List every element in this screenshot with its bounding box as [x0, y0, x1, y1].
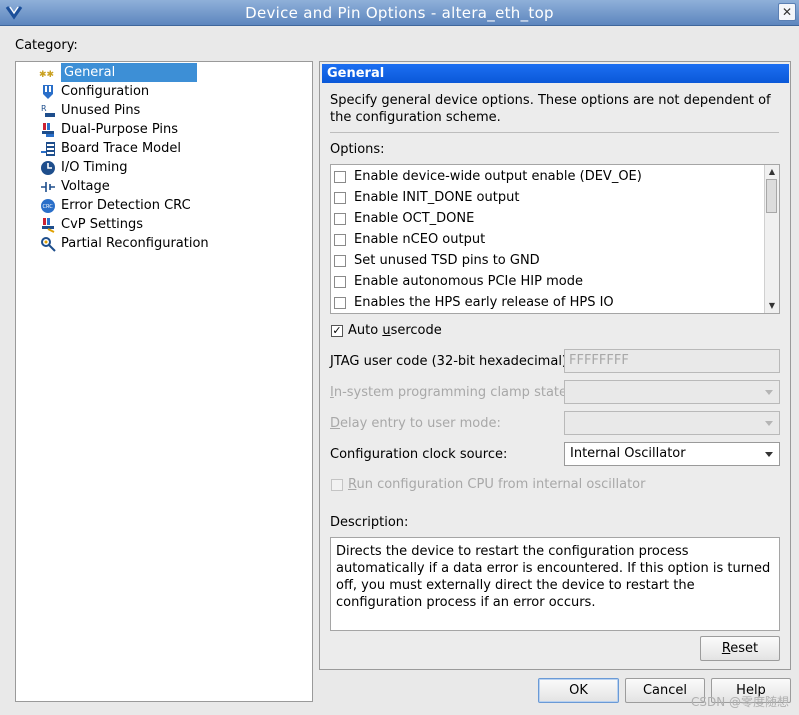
- category-label-io-timing: I/O Timing: [61, 160, 128, 175]
- option-dev-oe[interactable]: Enable device-wide output enable (DEV_OE…: [334, 166, 642, 187]
- section-header: General: [322, 64, 789, 83]
- checkbox[interactable]: [334, 233, 346, 246]
- category-label-cvp-settings: CvP Settings: [61, 217, 144, 232]
- clamp-state-label: In-system programming clamp state:: [330, 385, 572, 400]
- unused-pins-icon: R: [39, 102, 57, 120]
- scroll-down-icon[interactable]: ▼: [765, 299, 779, 313]
- option-tsd-gnd[interactable]: Set unused TSD pins to GND: [334, 250, 540, 271]
- clock-source-label: Configuration clock source:: [330, 447, 508, 462]
- watermark: CSDN @零度随想: [690, 695, 789, 709]
- options-scrollbar[interactable]: ▲ ▼: [764, 165, 779, 313]
- option-init-done[interactable]: Enable INIT_DONE output: [334, 187, 519, 208]
- checkbox[interactable]: [334, 170, 346, 183]
- category-label-general: General: [61, 63, 197, 82]
- options-label: Options:: [330, 142, 385, 157]
- category-label-voltage: Voltage: [61, 179, 110, 194]
- intro-text: Specify general device options. These op…: [330, 93, 771, 125]
- option-oct-done[interactable]: Enable OCT_DONE: [334, 208, 474, 229]
- category-label-partial-reconfiguration: Partial Reconfiguration: [61, 236, 209, 251]
- option-label: Set unused TSD pins to GND: [354, 253, 540, 268]
- options-list[interactable]: Enable device-wide output enable (DEV_OE…: [330, 164, 780, 314]
- category-label: Category:: [15, 38, 78, 53]
- run-cpu-label: Run configuration CPU from internal osci…: [348, 477, 646, 492]
- close-button[interactable]: ✕: [778, 3, 796, 21]
- scroll-up-icon[interactable]: ▲: [765, 165, 779, 179]
- voltage-icon: [39, 178, 57, 196]
- title-bar: Device and Pin Options - altera_eth_top …: [0, 0, 799, 26]
- option-label: Enable INIT_DONE output: [354, 190, 520, 205]
- option-label: Enable device-wide output enable (DEV_OE…: [354, 169, 642, 184]
- category-item-dual-purpose-pins[interactable]: Dual-Purpose Pins: [39, 120, 178, 139]
- auto-usercode-checkbox[interactable]: ✓ Auto usercode: [331, 323, 442, 338]
- delay-entry-label: Delay entry to user mode:: [330, 416, 501, 431]
- checkbox[interactable]: [334, 191, 346, 204]
- svg-text:CRC: CRC: [43, 204, 54, 210]
- jtag-label: JTAG user code (32-bit hexadecimal):: [330, 354, 572, 369]
- svg-text:R: R: [41, 104, 47, 113]
- category-item-partial-reconfiguration[interactable]: Partial Reconfiguration: [39, 234, 209, 253]
- clamp-state-select[interactable]: [564, 380, 780, 404]
- scroll-thumb[interactable]: [766, 179, 777, 213]
- category-item-configuration[interactable]: Configuration: [39, 82, 149, 101]
- cvp-icon: [39, 216, 57, 234]
- category-label-board-trace-model: Board Trace Model: [61, 141, 181, 156]
- category-item-general[interactable]: ✱✱ General: [39, 63, 197, 82]
- checkbox[interactable]: [334, 254, 346, 267]
- description-text: Directs the device to restart the config…: [330, 537, 780, 631]
- checkbox[interactable]: [334, 212, 346, 225]
- category-label-dual-purpose-pins: Dual-Purpose Pins: [61, 122, 178, 137]
- auto-usercode-label: Auto usercode: [348, 323, 442, 338]
- stars-icon: ✱✱: [39, 64, 57, 82]
- category-item-cvp-settings[interactable]: CvP Settings: [39, 215, 143, 234]
- clock-icon: [39, 159, 57, 177]
- option-hps-early-release[interactable]: Enables the HPS early release of HPS IO: [334, 292, 614, 313]
- ok-button[interactable]: OK: [538, 678, 619, 703]
- clock-source-select[interactable]: Internal Oscillator: [564, 442, 780, 466]
- chevron-down-icon: [765, 452, 773, 457]
- jtag-user-code-input[interactable]: FFFFFFFF: [564, 349, 780, 373]
- window-title: Device and Pin Options - altera_eth_top: [245, 4, 554, 22]
- option-label: Enables the HPS early release of HPS IO: [354, 295, 614, 310]
- option-pcie-hip[interactable]: Enable autonomous PCIe HIP mode: [334, 271, 583, 292]
- dual-purpose-pins-icon: [39, 121, 57, 139]
- board-trace-icon: [39, 140, 57, 158]
- run-cpu-checkbox[interactable]: Run configuration CPU from internal osci…: [331, 477, 645, 492]
- delay-entry-select[interactable]: [564, 411, 780, 435]
- checkbox[interactable]: [334, 296, 346, 309]
- category-item-io-timing[interactable]: I/O Timing: [39, 158, 128, 177]
- close-icon: ✕: [781, 5, 793, 19]
- category-label-configuration: Configuration: [61, 84, 150, 99]
- category-item-board-trace-model[interactable]: Board Trace Model: [39, 139, 181, 158]
- divider: [330, 132, 779, 133]
- checkbox[interactable]: [331, 478, 343, 491]
- reset-button[interactable]: Reset: [700, 636, 780, 661]
- checkmark-icon[interactable]: ✓: [331, 324, 343, 337]
- category-label-unused-pins: Unused Pins: [61, 103, 141, 118]
- category-item-error-detection-crc[interactable]: CRC Error Detection CRC: [39, 196, 191, 215]
- category-label-error-detection-crc: Error Detection CRC: [61, 198, 191, 213]
- option-nceo[interactable]: Enable nCEO output: [334, 229, 485, 250]
- category-item-unused-pins[interactable]: R Unused Pins: [39, 101, 140, 120]
- configuration-icon: [39, 83, 57, 101]
- chevron-down-icon: [765, 421, 773, 426]
- chevron-down-icon: [765, 390, 773, 395]
- svg-text:✱✱: ✱✱: [39, 70, 54, 79]
- crc-icon: CRC: [39, 197, 57, 215]
- checkbox[interactable]: [334, 275, 346, 288]
- option-label: Enable autonomous PCIe HIP mode: [354, 274, 583, 289]
- clock-source-value: Internal Oscillator: [570, 446, 686, 461]
- option-label: Enable nCEO output: [354, 232, 486, 247]
- category-item-voltage[interactable]: Voltage: [39, 177, 110, 196]
- partial-reconfig-icon: [39, 235, 57, 253]
- option-label: Enable OCT_DONE: [354, 211, 475, 226]
- description-label: Description:: [330, 515, 409, 530]
